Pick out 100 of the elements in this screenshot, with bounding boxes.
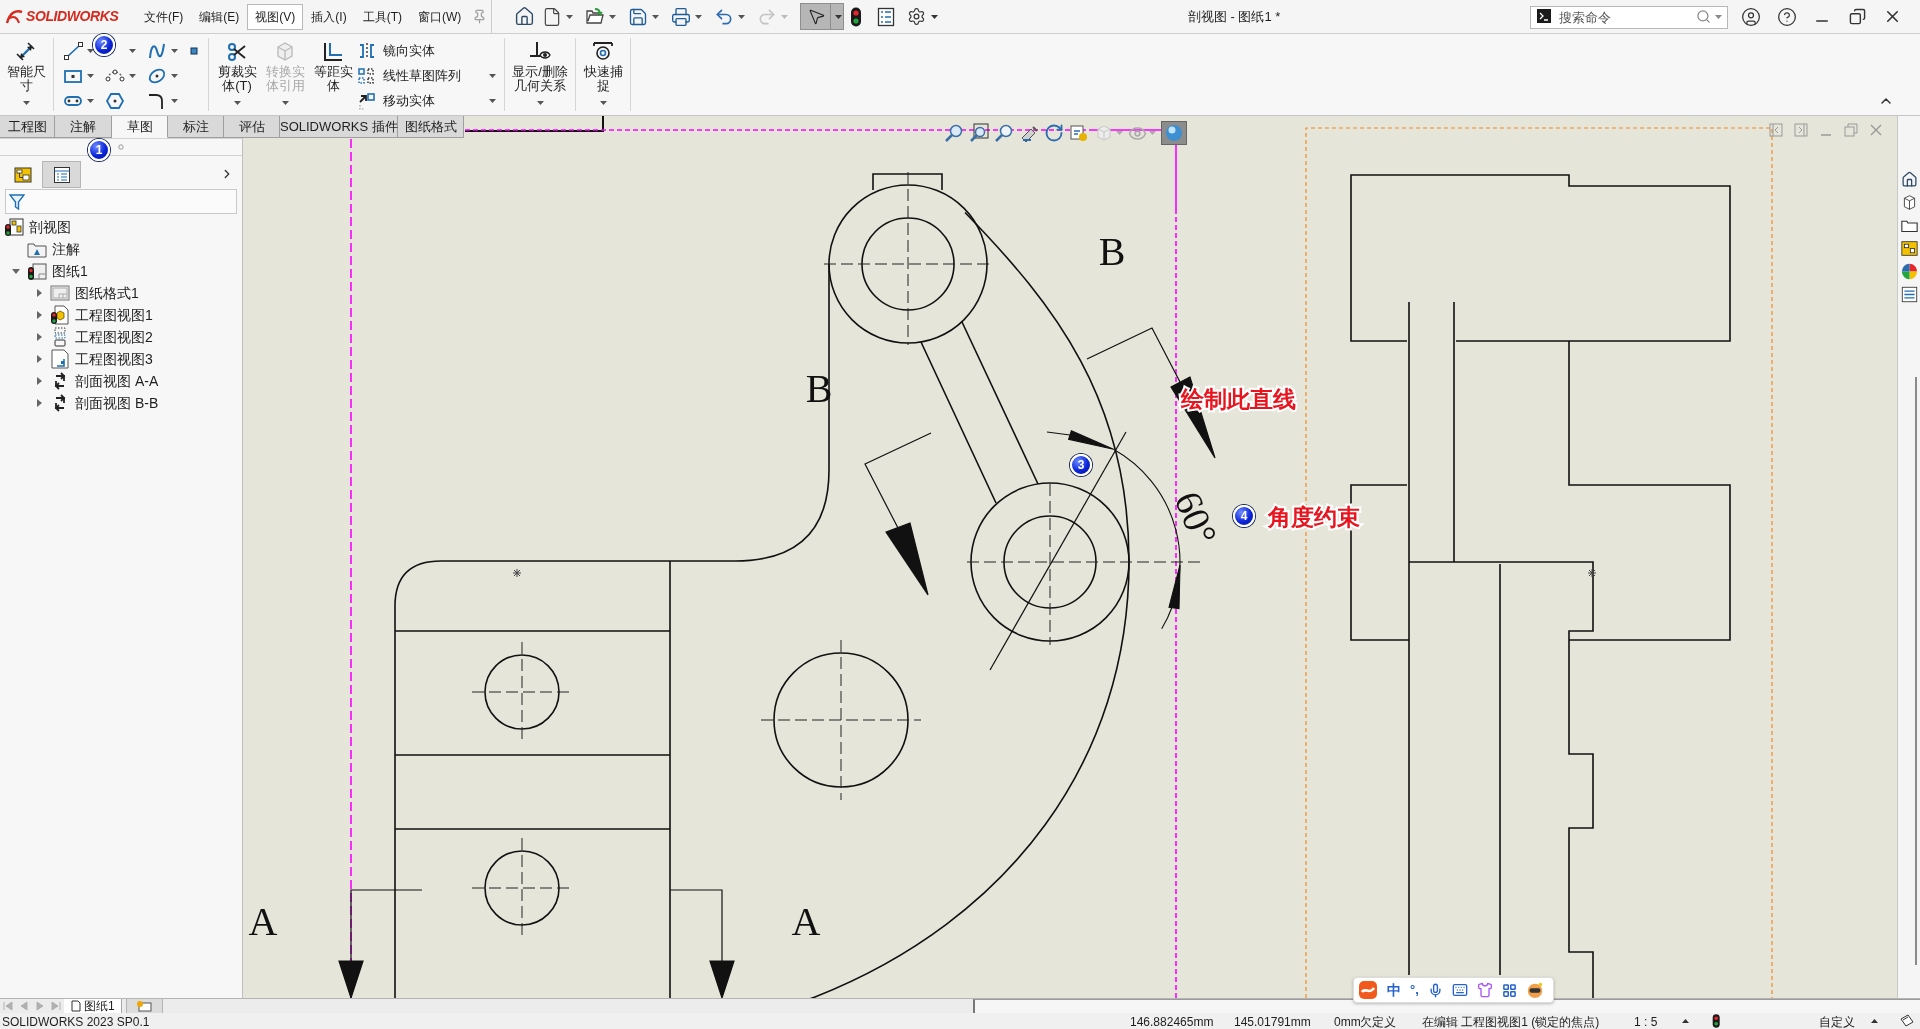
caret-icon[interactable] [87, 48, 94, 53]
caret-icon[interactable] [489, 98, 496, 103]
filter-icon[interactable] [9, 192, 25, 211]
punctuation-mode-toggle[interactable]: °, [1410, 980, 1419, 1000]
expand-caret-icon[interactable] [34, 377, 43, 385]
tree-item[interactable]: 图纸格式1 [75, 282, 139, 304]
units-value[interactable]: 自定义 [1819, 1015, 1855, 1029]
caret-icon[interactable] [652, 14, 660, 19]
help-icon[interactable] [1777, 6, 1797, 27]
command-tab[interactable]: 注解 [55, 116, 112, 138]
nested-corners-icon[interactable] [321, 40, 345, 64]
sphere-icon[interactable] [1165, 124, 1183, 142]
tree-item[interactable]: 工程图视图3 [75, 348, 153, 370]
ribbon-button[interactable]: 智能尺寸 [3, 38, 49, 93]
select-tool-button[interactable] [800, 3, 845, 30]
tree-item[interactable]: 剖视图 [29, 216, 71, 238]
menu-item[interactable]: 文件(F) [136, 3, 192, 30]
tree-item[interactable]: 工程图视图1 [75, 304, 153, 326]
grid-pattern-icon[interactable] [357, 65, 377, 86]
caret-icon[interactable] [695, 14, 703, 19]
document-badge-icon[interactable] [1069, 123, 1089, 143]
caret-icon[interactable] [171, 98, 178, 103]
caret-icon[interactable] [22, 101, 30, 105]
caret-icon[interactable] [171, 73, 178, 78]
caret-icon[interactable] [87, 73, 94, 78]
caret-icon[interactable] [599, 101, 607, 105]
folder-arrow-icon[interactable] [585, 6, 606, 27]
ribbon-button[interactable]: 快速捕捉 [580, 38, 626, 93]
user-icon[interactable] [1741, 6, 1761, 27]
command-tab[interactable]: 工程图 [0, 116, 55, 138]
magnifier-frame-icon[interactable] [969, 123, 989, 143]
line-icon[interactable] [62, 40, 84, 61]
caret-icon[interactable] [489, 73, 496, 78]
menu-item[interactable]: 视图(V) [247, 3, 304, 30]
caret-up-icon[interactable] [1871, 1019, 1878, 1023]
tree-item[interactable]: 剖面视图 A-A [75, 370, 159, 392]
mirror-icon[interactable] [357, 40, 377, 61]
collapse-caret-icon[interactable] [11, 267, 20, 275]
caret-icon[interactable] [931, 14, 939, 19]
traffic-light-icon[interactable] [1712, 1014, 1721, 1028]
menu-item[interactable]: 工具(T) [354, 3, 410, 30]
magnifier-icon[interactable] [994, 123, 1014, 143]
command-tab[interactable]: 标注 [168, 116, 224, 138]
pointer-icon[interactable] [807, 7, 827, 26]
ribbon-button[interactable]: 镜向实体 [357, 40, 435, 61]
search-icon[interactable] [1696, 9, 1711, 24]
menu-item[interactable]: 窗口(W) [410, 3, 470, 30]
expand-caret-icon[interactable] [34, 399, 43, 407]
traffic-light-icon[interactable] [850, 6, 863, 27]
menu-item[interactable]: 编辑(E) [191, 3, 248, 30]
tree-item[interactable]: 工程图视图2 [75, 326, 153, 348]
filter-field[interactable] [5, 189, 237, 214]
caret-icon[interactable] [129, 48, 136, 53]
caret-icon[interactable] [171, 48, 178, 53]
ribbon-button[interactable]: 线性草图阵列 [357, 65, 461, 86]
command-tab[interactable]: SOLIDWORKS 插件 [280, 116, 398, 138]
property-list-icon[interactable] [52, 165, 71, 184]
expand-caret-icon[interactable] [34, 333, 43, 341]
tree-item[interactable]: 图纸1 [52, 260, 88, 282]
app-grid-icon[interactable] [1501, 982, 1517, 998]
tree-item[interactable]: 注解 [52, 238, 80, 260]
vertical-scrollbar[interactable] [1915, 377, 1917, 965]
view-palette-icon[interactable] [1900, 240, 1918, 257]
home-icon[interactable] [1900, 171, 1918, 188]
input-mode-toggle[interactable]: 中 [1387, 979, 1401, 1001]
hexagon-icon[interactable] [104, 90, 126, 111]
tree-item[interactable]: 剖面视图 B-B [75, 392, 159, 414]
caret-icon[interactable] [835, 14, 843, 19]
list-icon[interactable] [876, 6, 897, 27]
expand-caret-icon[interactable] [34, 355, 43, 363]
caret-icon[interactable] [738, 14, 746, 19]
caret-icon[interactable] [566, 14, 574, 19]
horizontal-scrollbar[interactable] [973, 999, 1920, 1013]
sheet-tab[interactable]: 图纸1 [64, 999, 122, 1013]
gear-icon[interactable] [907, 7, 927, 26]
scale-value[interactable]: 1 : 5 [1634, 1015, 1658, 1029]
shirt-icon[interactable] [1476, 982, 1493, 998]
microphone-icon[interactable] [1427, 982, 1443, 998]
grip-dot-icon[interactable] [118, 144, 124, 150]
command-tab[interactable]: 图纸格式 [398, 116, 464, 138]
caret-up-icon[interactable] [1682, 1019, 1689, 1023]
ribbon-button[interactable]: 移动实体 [357, 90, 435, 111]
tilted-card-icon[interactable] [1899, 1014, 1914, 1028]
restore-icon[interactable] [1849, 8, 1866, 25]
ribbon-button[interactable]: 显示/删除几何关系 [509, 38, 571, 93]
caret-icon[interactable] [129, 73, 136, 78]
panel-tab[interactable] [42, 161, 81, 188]
search-field[interactable]: 搜索命令 [1530, 6, 1728, 29]
ime-logo-icon[interactable] [1358, 980, 1378, 1000]
printer-icon[interactable] [671, 6, 692, 27]
feature-tree-icon[interactable] [13, 165, 32, 184]
caret-icon[interactable] [536, 101, 544, 105]
rotate-arrow-icon[interactable] [1044, 123, 1064, 143]
add-sheet-icon[interactable] [136, 1000, 153, 1012]
pencil-icon[interactable] [1019, 123, 1039, 143]
ribbon-button[interactable]: 剪裁实体(T) [213, 38, 261, 93]
ribbon-button[interactable]: 等距实体 [309, 38, 357, 93]
expand-caret-icon[interactable] [34, 311, 43, 319]
home-icon[interactable] [514, 6, 536, 27]
point-icon[interactable] [188, 44, 200, 57]
